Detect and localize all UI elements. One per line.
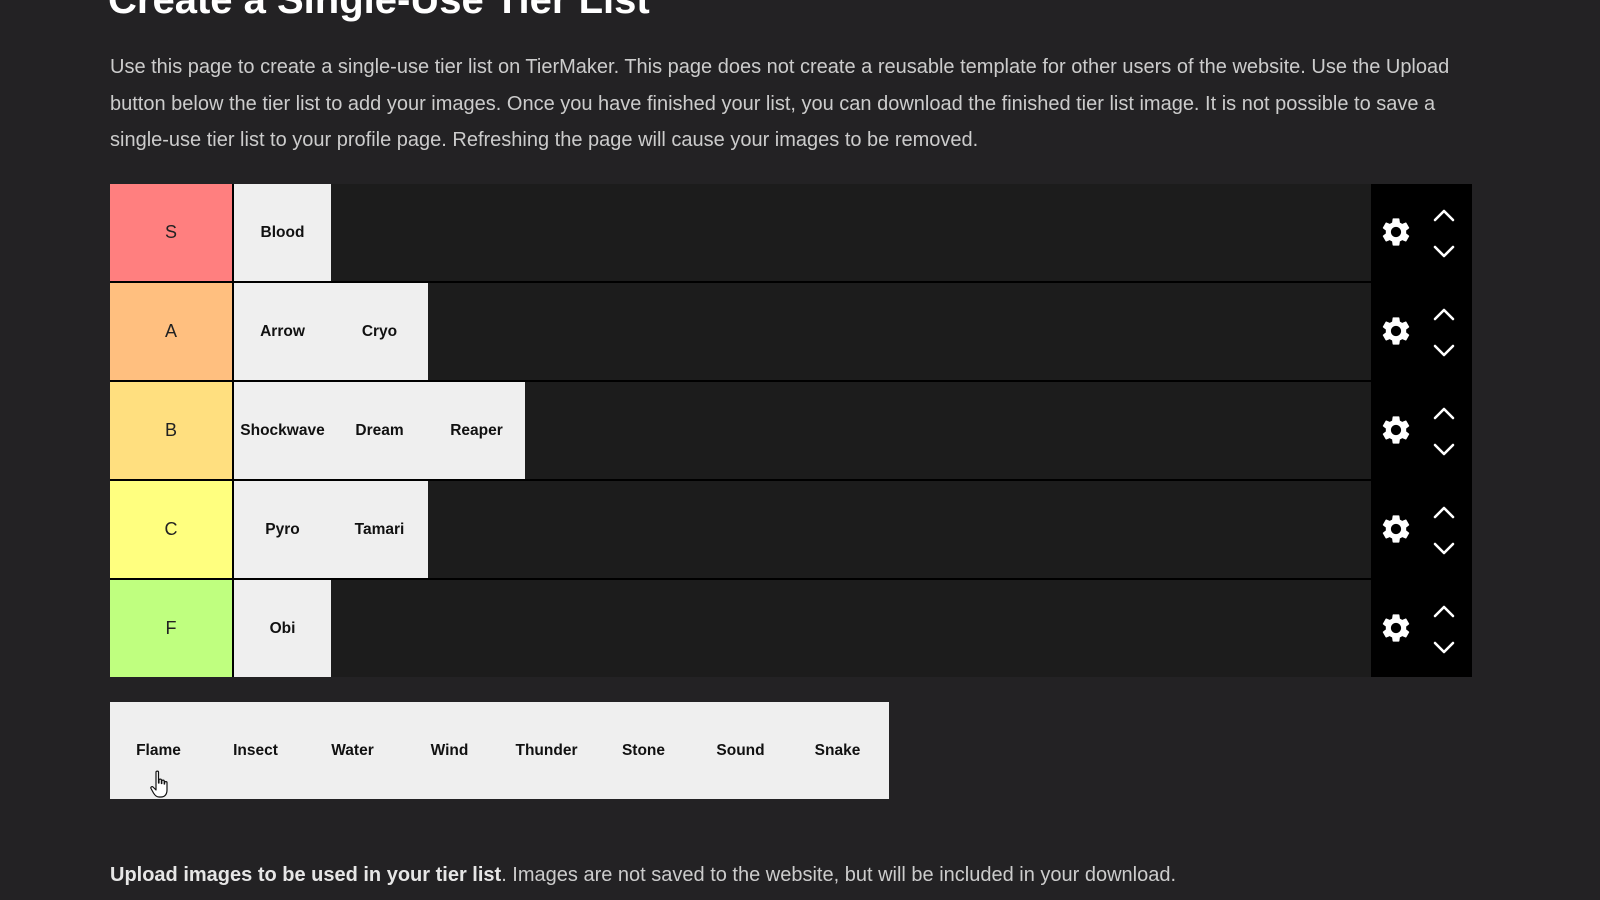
tier-drop-zone[interactable]: Shockwave Dream Reaper <box>234 382 1371 479</box>
pool-item[interactable]: Flame <box>110 702 207 799</box>
page-title: Create a Single-Use Tier List <box>108 0 650 22</box>
tier-board: S Blood A Arrow Cryo B Shockwave Dream Reaper C Py… <box>110 184 1472 677</box>
page: Create a Single-Use Tier List Use this p… <box>0 0 1600 900</box>
tier-item[interactable]: Cryo <box>331 283 428 380</box>
tier-row: B Shockwave Dream Reaper <box>110 382 1472 479</box>
tier-label[interactable]: B <box>110 382 232 479</box>
tier-row: F Obi <box>110 580 1472 677</box>
pool-item[interactable]: Sound <box>692 702 789 799</box>
tier-row: S Blood <box>110 184 1472 281</box>
pool-item[interactable]: Stone <box>595 702 692 799</box>
tier-item[interactable]: Blood <box>234 184 331 281</box>
intro-text: Use this page to create a single-use tie… <box>110 56 1450 151</box>
chevron-down-icon[interactable] <box>1433 443 1455 457</box>
upload-note: Upload images to be used in your tier li… <box>110 864 1176 887</box>
tier-label[interactable]: S <box>110 184 232 281</box>
pool-item[interactable]: Thunder <box>498 702 595 799</box>
tier-item[interactable]: Dream <box>331 382 428 479</box>
tier-controls <box>1371 283 1472 380</box>
tier-item[interactable]: Shockwave <box>234 382 331 479</box>
tier-item[interactable]: Obi <box>234 580 331 677</box>
gear-icon[interactable] <box>1379 314 1413 348</box>
tier-item[interactable]: Pyro <box>234 481 331 578</box>
gear-icon[interactable] <box>1379 215 1413 249</box>
chevron-up-icon[interactable] <box>1433 208 1455 222</box>
tier-row: C Pyro Tamari <box>110 481 1472 578</box>
tier-label[interactable]: A <box>110 283 232 380</box>
chevron-down-icon[interactable] <box>1433 344 1455 358</box>
tier-drop-zone[interactable]: Obi <box>234 580 1371 677</box>
upload-note-rest: . Images are not saved to the website, b… <box>501 864 1177 886</box>
tier-drop-zone[interactable]: Blood <box>234 184 1371 281</box>
chevron-up-icon[interactable] <box>1433 604 1455 618</box>
tier-controls <box>1371 580 1472 677</box>
tier-controls <box>1371 481 1472 578</box>
tier-drop-zone[interactable]: Arrow Cryo <box>234 283 1371 380</box>
gear-icon[interactable] <box>1379 611 1413 645</box>
pool-item[interactable]: Insect <box>207 702 304 799</box>
chevron-up-icon[interactable] <box>1433 406 1455 420</box>
chevron-up-icon[interactable] <box>1433 505 1455 519</box>
pool-item[interactable]: Water <box>304 702 401 799</box>
item-pool[interactable]: Flame Insect Water Wind Thunder Stone Sound Sna… <box>110 702 889 799</box>
chevron-down-icon[interactable] <box>1433 542 1455 556</box>
gear-icon[interactable] <box>1379 512 1413 546</box>
gear-icon[interactable] <box>1379 413 1413 447</box>
tier-item[interactable]: Tamari <box>331 481 428 578</box>
tier-controls <box>1371 184 1472 281</box>
tier-label[interactable]: F <box>110 580 232 677</box>
tier-item[interactable]: Arrow <box>234 283 331 380</box>
tier-row: A Arrow Cryo <box>110 283 1472 380</box>
chevron-down-icon[interactable] <box>1433 245 1455 259</box>
pool-item[interactable]: Snake <box>789 702 886 799</box>
tier-label[interactable]: C <box>110 481 232 578</box>
tier-controls <box>1371 382 1472 479</box>
chevron-down-icon[interactable] <box>1433 641 1455 655</box>
tier-drop-zone[interactable]: Pyro Tamari <box>234 481 1371 578</box>
tier-item[interactable]: Reaper <box>428 382 525 479</box>
pool-item[interactable]: Wind <box>401 702 498 799</box>
chevron-up-icon[interactable] <box>1433 307 1455 321</box>
upload-note-bold: Upload images to be used in your tier li… <box>110 864 502 886</box>
